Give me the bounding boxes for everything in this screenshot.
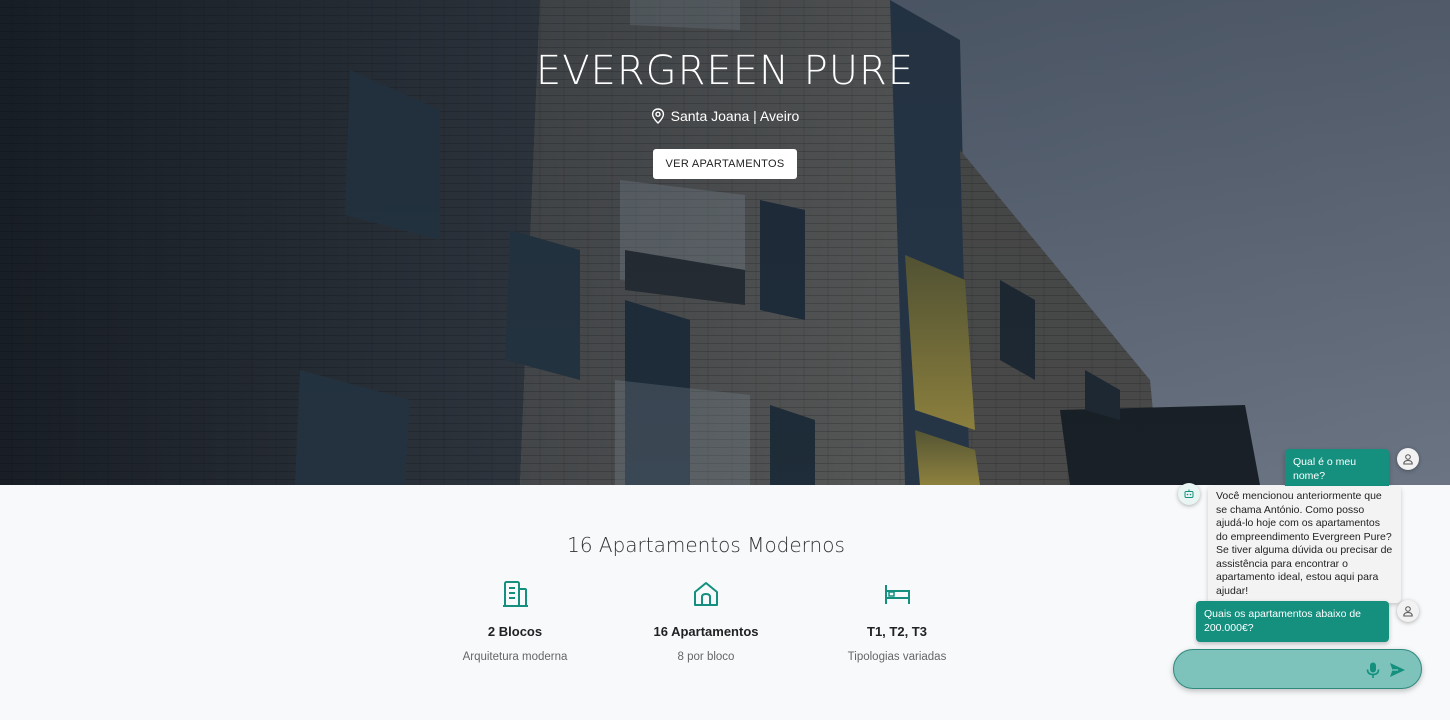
microphone-icon[interactable] xyxy=(1365,661,1381,679)
feature-typologies: T1, T2, T3 Tipologias variadas xyxy=(797,579,997,663)
hero-location: Santa Joana | Aveiro xyxy=(651,108,800,124)
feature-title: 2 Blocos xyxy=(487,624,543,639)
house-icon xyxy=(694,582,718,606)
user-avatar xyxy=(1397,600,1419,622)
features-heading: 16 Apartamentos Modernos xyxy=(567,533,845,557)
user-avatar xyxy=(1397,448,1419,470)
chat-message-input[interactable] xyxy=(1188,658,1358,680)
view-apartments-button[interactable]: VER APARTAMENTOS xyxy=(653,149,797,179)
hero-title: EVERGREEN PURE xyxy=(535,48,915,94)
robot-icon xyxy=(1184,489,1194,498)
hero-section: EVERGREEN PURE Santa Joana | Aveiro VER … xyxy=(0,0,1450,485)
chat-message-user: Quais os apartamentos abaixo de 200.000€… xyxy=(1196,601,1389,642)
feature-title: T1, T2, T3 xyxy=(867,624,927,639)
user-icon xyxy=(1403,454,1413,465)
hero-content: EVERGREEN PURE Santa Joana | Aveiro VER … xyxy=(0,48,1450,179)
chat-input-bar xyxy=(1173,649,1422,689)
feature-title: 16 Apartamentos xyxy=(653,624,759,639)
send-icon[interactable] xyxy=(1388,661,1406,679)
hero-location-text: Santa Joana | Aveiro xyxy=(670,108,800,124)
chat-message-user: Qual é o meu nome? xyxy=(1285,449,1389,490)
feature-blocks: 2 Blocos Arquitetura moderna xyxy=(415,579,615,663)
chat-message-bot: Você mencionou anteriormente que se cham… xyxy=(1208,486,1401,603)
user-icon xyxy=(1403,606,1413,617)
feature-apartments: 16 Apartamentos 8 por bloco xyxy=(606,579,806,663)
feature-subtitle: Tipologias variadas xyxy=(847,651,947,663)
bed-icon xyxy=(885,585,910,604)
feature-subtitle: 8 por bloco xyxy=(677,651,735,663)
building-icon xyxy=(503,581,528,607)
bot-avatar xyxy=(1178,483,1200,505)
location-pin-icon xyxy=(651,108,664,124)
feature-subtitle: Arquitetura moderna xyxy=(462,651,568,663)
